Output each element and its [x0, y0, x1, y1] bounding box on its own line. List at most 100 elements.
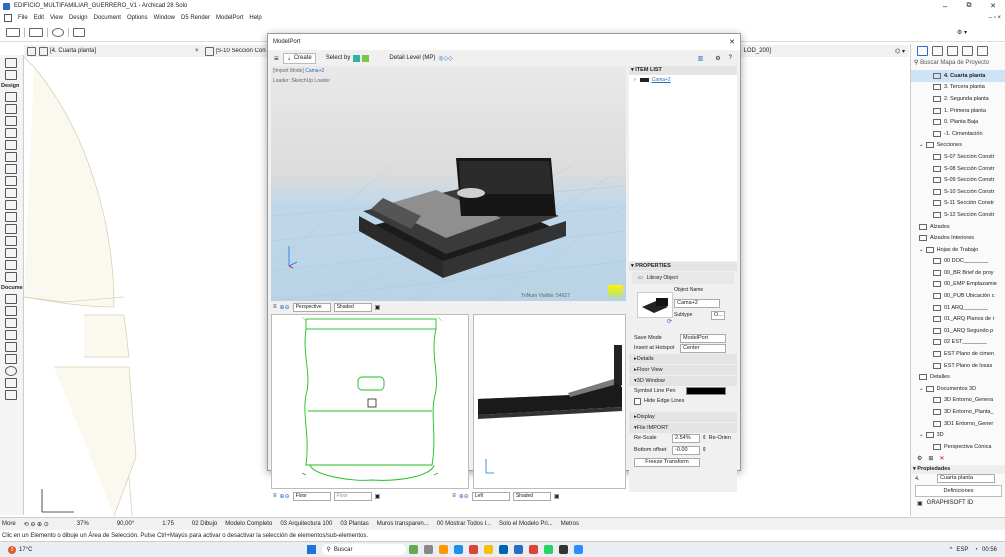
- navigator-item[interactable]: 1. Primera planta: [911, 105, 1005, 117]
- zoom-controls-icon[interactable]: ⟲ ⊖ ⊕ ⊙: [24, 521, 49, 528]
- menu-design[interactable]: Design: [69, 15, 88, 21]
- graphic-override[interactable]: 00 Mostrar Todos l...: [437, 521, 491, 527]
- navigator-item[interactable]: 02 EST________: [911, 337, 1005, 349]
- subtype-button[interactable]: O...: [711, 311, 725, 320]
- dimension-standard[interactable]: 03 Plantas: [340, 521, 368, 527]
- navigator-item[interactable]: 4. Cuarta planta: [911, 70, 1005, 82]
- navigator-search[interactable]: ⚲ Buscar Mapa de Proyecto: [911, 58, 1005, 70]
- 3d-window-section[interactable]: ▾ 3D Window: [629, 376, 737, 386]
- item-name-link[interactable]: Cama+2: [652, 77, 671, 83]
- partial-structure[interactable]: Muros transparen...: [377, 521, 429, 527]
- arrow-tool-icon[interactable]: [5, 58, 17, 68]
- 3d-preview[interactable]: [Import Mode] Cama+2 Loader: SketchUp Lo…: [271, 66, 626, 301]
- camera-icon[interactable]: ▣: [375, 304, 381, 311]
- projection-dropdown[interactable]: Perspective: [292, 302, 331, 312]
- app-icon-chrome2[interactable]: [529, 545, 539, 554]
- item-list-header[interactable]: ▾ ITEM LIST: [629, 66, 737, 75]
- menu-help[interactable]: Help: [249, 15, 261, 21]
- app-icon-edge[interactable]: [454, 545, 464, 554]
- freeze-transform-button[interactable]: Freeze Transform: [634, 457, 700, 467]
- tray-chevron-icon[interactable]: ^: [950, 547, 953, 553]
- quick-options-icon[interactable]: ⚙ ▾: [957, 29, 967, 36]
- elevation-shading-dropdown[interactable]: Shaded: [512, 491, 551, 501]
- tab-lod[interactable]: LOD_200]: [744, 48, 771, 54]
- plan-floor-dropdown[interactable]: Floor: [292, 491, 331, 501]
- plan-preview[interactable]: [271, 314, 469, 489]
- menu-icon[interactable]: ≡: [452, 493, 456, 499]
- navigator-item[interactable]: 0. Planta Baja: [911, 116, 1005, 128]
- slab-tool-icon[interactable]: [5, 128, 17, 138]
- mesh-tool-icon[interactable]: [5, 260, 17, 270]
- nav-cube-icon[interactable]: [608, 285, 623, 297]
- plan-floor-dropdown-2[interactable]: Floor: [333, 491, 372, 501]
- zoom-icons[interactable]: ⊕⊖: [280, 304, 290, 311]
- pen-swatch[interactable]: [686, 387, 726, 395]
- navigator-item[interactable]: S-07 Sección Constr: [911, 151, 1005, 163]
- navigator-item[interactable]: Detalles: [911, 371, 1005, 383]
- wifi-icon[interactable]: ◔: [974, 547, 978, 553]
- angle-value[interactable]: 90,00°: [117, 521, 134, 527]
- menu-modelport[interactable]: ModelPort: [216, 15, 243, 21]
- units[interactable]: Metros: [561, 521, 579, 527]
- publisher-icon[interactable]: [962, 46, 973, 56]
- pointer-icon[interactable]: [73, 27, 85, 37]
- navigator-item[interactable]: ⌄ Secciones: [911, 140, 1005, 152]
- detail-level-icons[interactable]: ◎◇◇: [438, 55, 452, 62]
- save-mode-input[interactable]: ModelPort: [680, 333, 726, 343]
- app-icon-copilot[interactable]: [439, 545, 449, 554]
- expand-chevron-icon[interactable]: ⌄: [919, 386, 924, 392]
- display-section[interactable]: ▸ Display: [629, 412, 737, 422]
- menu-document[interactable]: Document: [94, 15, 121, 21]
- file-import-section[interactable]: ▾ File IMPORT: [629, 423, 737, 433]
- expand-icon[interactable]: ›: [634, 77, 636, 83]
- maximize-button[interactable]: ⧉: [957, 2, 981, 10]
- polyline-tool-icon[interactable]: [5, 378, 17, 388]
- navigator-item[interactable]: Perspectiva Cónica: [911, 441, 1005, 453]
- delete-icon[interactable]: ✕: [939, 455, 944, 462]
- marquee-tool-icon[interactable]: [5, 70, 17, 80]
- hamburger-icon[interactable]: ≡: [274, 54, 279, 63]
- navigator-item[interactable]: S-11 Sección Constr: [911, 198, 1005, 210]
- menu-edit[interactable]: Edit: [34, 15, 44, 21]
- grid-icon[interactable]: [27, 46, 36, 56]
- graphisoft-id[interactable]: ▣ GRAPHISOFT ID: [911, 498, 1005, 509]
- clock[interactable]: 00:56: [982, 547, 997, 553]
- redo-icon[interactable]: [29, 27, 43, 37]
- app-icon-archicad[interactable]: [514, 545, 524, 554]
- hide-edge-lines-checkbox[interactable]: [634, 397, 641, 405]
- menu-view[interactable]: View: [50, 15, 63, 21]
- dimension-tool-icon[interactable]: [5, 294, 17, 304]
- navigator-item[interactable]: 00_PUB Ubicación c: [911, 290, 1005, 302]
- navigator-item[interactable]: 3D Entorno_Planta_: [911, 406, 1005, 418]
- details-section[interactable]: ▸ Details: [629, 354, 737, 364]
- prop-item-name[interactable]: Cuarta planta: [937, 474, 995, 484]
- navigator-search-input[interactable]: Buscar Mapa de Proyecto: [920, 60, 989, 66]
- menu-d5render[interactable]: D5 Render: [181, 15, 210, 21]
- line-tool-icon[interactable]: [5, 354, 17, 364]
- roof-tool-icon[interactable]: [5, 140, 17, 150]
- wall-tool-icon[interactable]: [5, 92, 17, 102]
- rescale-input[interactable]: 2.54%: [672, 433, 700, 443]
- tab-seccion[interactable]: [S-10 Sección Constru: [216, 48, 266, 54]
- navigator-menu-icon[interactable]: [977, 46, 988, 56]
- navigator-item[interactable]: 00_BR Brief de proy: [911, 267, 1005, 279]
- app-icon-whatsapp[interactable]: [544, 545, 554, 554]
- navigator-item[interactable]: S-12 Sección Constr: [911, 209, 1005, 221]
- insert-hotspot-input[interactable]: Center: [680, 343, 726, 353]
- undo-icon[interactable]: [6, 27, 20, 37]
- menu-file[interactable]: File: [18, 15, 28, 21]
- navigator-item[interactable]: 00_EMP Emplazamie: [911, 279, 1005, 291]
- menu-window[interactable]: Window: [154, 15, 175, 21]
- camera-icon[interactable]: ▣: [554, 493, 560, 500]
- scale-value[interactable]: 1:75: [162, 521, 174, 527]
- navigator-item[interactable]: ⌄ Documentos 3D: [911, 383, 1005, 395]
- window-tool-icon[interactable]: [5, 200, 17, 210]
- tab-cuarta-planta[interactable]: [4. Cuarta planta]: [50, 48, 195, 54]
- create-button[interactable]: ⇣ Create: [282, 52, 316, 64]
- select-by-color-icon[interactable]: [353, 54, 361, 62]
- text-tool-icon[interactable]: [5, 318, 17, 328]
- navigator-item[interactable]: ⌄ Hojas de Trabajo: [911, 244, 1005, 256]
- door-tool-icon[interactable]: [5, 188, 17, 198]
- curtain-wall-tool-icon[interactable]: [5, 224, 17, 234]
- stair-tool-icon[interactable]: [5, 164, 17, 174]
